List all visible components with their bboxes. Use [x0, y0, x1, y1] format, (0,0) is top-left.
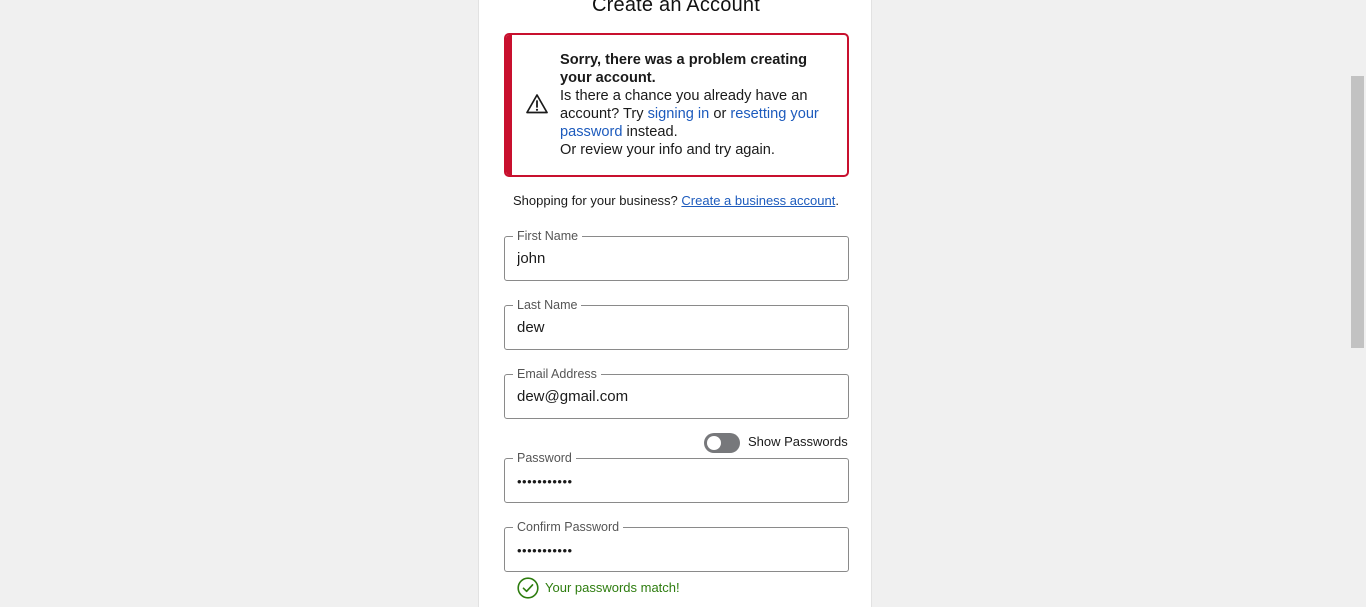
- check-circle-icon: [517, 577, 539, 599]
- confirm-password-input[interactable]: •••••••••••: [517, 543, 837, 558]
- last-name-field: Last Name: [504, 297, 849, 350]
- confirm-password-label: Confirm Password: [513, 519, 624, 535]
- last-name-label: Last Name: [513, 297, 582, 313]
- alert-message: Sorry, there was a problem creating your…: [560, 51, 835, 159]
- scrollbar-thumb[interactable]: [1351, 76, 1364, 348]
- warning-triangle-icon: [526, 93, 548, 115]
- error-alert: Sorry, there was a problem creating your…: [504, 33, 849, 177]
- email-input[interactable]: [517, 388, 837, 405]
- first-name-field: First Name: [504, 228, 849, 281]
- create-business-account-link[interactable]: Create a business account: [681, 193, 835, 208]
- password-input[interactable]: •••••••••••: [517, 474, 837, 489]
- first-name-input[interactable]: [517, 250, 837, 267]
- email-field: Email Address: [504, 366, 849, 419]
- toggle-knob: [707, 436, 721, 450]
- password-match-text: Your passwords match!: [545, 580, 680, 595]
- page-scrollbar[interactable]: [1349, 0, 1366, 607]
- business-suffix: .: [835, 193, 839, 208]
- alert-accent-bar: [506, 35, 512, 175]
- signup-card: Create an Account Sorry, there was a pro…: [478, 0, 872, 607]
- alert-text-part: instead.: [622, 124, 678, 140]
- alert-heading: Sorry, there was a problem creating your…: [560, 52, 808, 86]
- first-name-label: First Name: [513, 228, 583, 244]
- email-label: Email Address: [513, 366, 601, 382]
- last-name-input[interactable]: [517, 319, 837, 336]
- page-title: Create an Account: [592, 0, 760, 16]
- show-passwords-label: Show Passwords: [748, 434, 848, 449]
- business-prompt-text: Shopping for your business?: [513, 193, 682, 208]
- viewport: Create an Account Sorry, there was a pro…: [0, 0, 1366, 607]
- password-match-status: Your passwords match!: [517, 577, 817, 599]
- alert-text-part: or: [709, 106, 731, 122]
- password-field: Password •••••••••••: [504, 450, 849, 503]
- business-account-prompt: Shopping for your business? Create a bus…: [479, 193, 873, 208]
- show-passwords-toggle[interactable]: [704, 433, 740, 453]
- password-label: Password: [513, 450, 576, 466]
- signin-link[interactable]: signing in: [648, 106, 710, 122]
- alert-review-text: Or review your info and try again.: [560, 142, 775, 158]
- confirm-password-field: Confirm Password •••••••••••: [504, 519, 849, 572]
- show-passwords-row: Show Passwords: [704, 432, 849, 454]
